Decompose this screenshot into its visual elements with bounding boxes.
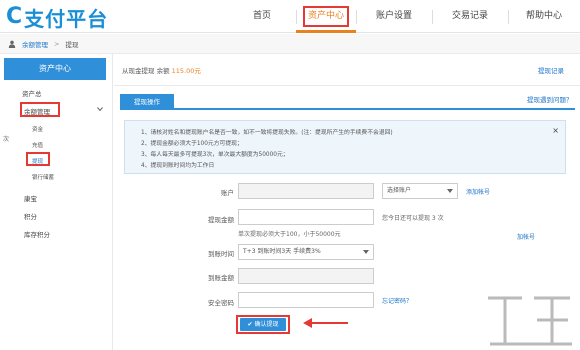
tab-bar: 提现操作 bbox=[120, 94, 575, 110]
sidebar-highlight-box bbox=[20, 102, 60, 117]
remaining-times-hint: 您今日还可以提现 3 次 bbox=[382, 215, 444, 222]
breadcrumb-balance-management[interactable]: 余额管理 bbox=[22, 39, 48, 49]
arrival-amount-label: 到账金额 bbox=[208, 274, 234, 282]
sidebar-partial-text: 次 bbox=[3, 136, 10, 143]
notice-line: 4、提现到账时间均为工作日 bbox=[141, 163, 215, 169]
chevron-down-icon[interactable] bbox=[97, 106, 103, 112]
chevron-down-icon bbox=[363, 250, 369, 254]
close-icon[interactable]: × bbox=[552, 126, 559, 135]
confirm-withdraw-button[interactable]: ✔ 确认提现 bbox=[240, 318, 286, 331]
nav-divider bbox=[508, 10, 509, 24]
security-password-input[interactable] bbox=[238, 292, 374, 308]
sidebar-withdraw-highlight bbox=[26, 152, 50, 166]
account-select[interactable]: 选择账户 bbox=[382, 183, 458, 199]
notice-box: 1、请核对姓名和提现账户名是否一致，如不一致将提现失败。(注：提现所产生的手续费… bbox=[124, 120, 566, 174]
sidebar-item-kangbao[interactable]: 康宝 bbox=[24, 193, 37, 203]
notice-line: 2、提现金额必须大于100元方可提现； bbox=[141, 141, 243, 147]
sidebar-item-assets[interactable]: 资产总 bbox=[22, 88, 42, 98]
sidebar-item-inventory-points[interactable]: 库存积分 bbox=[24, 229, 50, 239]
breadcrumb: 余额管理 > 提现 bbox=[0, 34, 580, 54]
amount-input[interactable] bbox=[238, 209, 374, 225]
security-password-label: 安全密码 bbox=[208, 299, 234, 307]
logo-mark: C bbox=[6, 4, 23, 29]
watermark-logo bbox=[488, 296, 572, 346]
account-select-value: 选择账户 bbox=[387, 187, 412, 194]
arrow-icon bbox=[303, 318, 348, 328]
nav-help-center[interactable]: 帮助中心 bbox=[510, 0, 578, 33]
add-account-link[interactable]: 添加帐号 bbox=[466, 187, 490, 196]
notice-line: 1、请核对姓名和提现账户名是否一致，如不一致将提现失败。(注：提现所产生的手续费… bbox=[141, 130, 393, 136]
forgot-password-link[interactable]: 忘记密码？ bbox=[382, 296, 412, 305]
nav-home[interactable]: 首页 bbox=[232, 0, 292, 33]
logo[interactable]: C 支付平台 bbox=[6, 4, 109, 31]
sidebar-item-points[interactable]: 积分 bbox=[24, 211, 37, 221]
chevron-down-icon bbox=[447, 189, 453, 193]
sidebar-subitem-funds[interactable]: 资金 bbox=[32, 125, 43, 133]
arrival-time-label: 到账时间 bbox=[208, 250, 234, 258]
arrival-amount-field bbox=[238, 268, 374, 284]
breadcrumb-current: 提现 bbox=[65, 40, 79, 49]
balance-text: 从现金提现 余额 115.00元 bbox=[122, 65, 201, 75]
sidebar-subitem-recharge[interactable]: 充值 bbox=[32, 141, 43, 149]
account-input[interactable] bbox=[238, 183, 374, 199]
account-label: 账户 bbox=[221, 189, 234, 197]
withdraw-record-link[interactable]: 提现记录 bbox=[538, 65, 564, 75]
tab-withdraw-operation[interactable]: 提现操作 bbox=[120, 94, 174, 110]
sidebar-subitem-bank[interactable]: 银行储蓄 bbox=[32, 173, 54, 181]
balance-amount: 115.00元 bbox=[171, 67, 201, 75]
nav-account-settings[interactable]: 账户设置 bbox=[356, 0, 432, 33]
amount-label: 提现金额 bbox=[208, 216, 234, 224]
arrival-time-value: T+3 到账时间3天 手续费3% bbox=[243, 248, 321, 255]
nav-transactions[interactable]: 交易记录 bbox=[432, 0, 508, 33]
logo-text: 支付平台 bbox=[24, 6, 109, 31]
balance-bar: 从现金提现 余额 115.00元 提现记录 bbox=[114, 54, 580, 86]
nav-highlight-box bbox=[303, 6, 349, 27]
sidebar: 资产中心 资产总 余额管理 次 资金 充值 提现 银行储蓄 康宝 积分 库存积分 bbox=[0, 54, 113, 350]
nav-active-underline bbox=[296, 30, 356, 33]
top-header: C 支付平台 首页 资产中心 账户设置 交易记录 帮助中心 bbox=[0, 0, 580, 33]
confirm-withdraw-label: 确认提现 bbox=[254, 321, 279, 328]
notice-line: 3、每人每天最多可提现3次，单次最大额度为50000元； bbox=[141, 152, 289, 158]
user-icon bbox=[8, 40, 16, 48]
breadcrumb-separator: > bbox=[54, 39, 60, 48]
arrival-time-select[interactable]: T+3 到账时间3天 手续费3% bbox=[238, 244, 374, 260]
add-account-link-2[interactable]: 加帐号 bbox=[517, 232, 535, 241]
amount-rule-hint: 单次提现必须大于100，小于50000元 bbox=[238, 231, 341, 238]
withdraw-problem-link[interactable]: 提现遇到问题？ bbox=[527, 94, 573, 104]
balance-prefix: 从现金提现 余额 bbox=[122, 67, 170, 75]
sidebar-header[interactable]: 资产中心 bbox=[4, 58, 106, 80]
